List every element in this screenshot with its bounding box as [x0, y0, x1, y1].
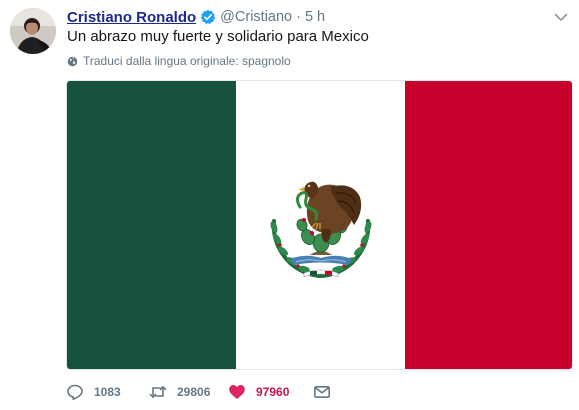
retweet-icon: [149, 386, 167, 398]
retweet-button[interactable]: 29806: [149, 383, 228, 401]
tweet-text: Un abrazo muy fuerte y solidario para Me…: [67, 28, 369, 45]
flag-white-stripe: [236, 81, 405, 369]
verified-badge-icon: [200, 9, 216, 25]
separator-dot: ·: [296, 9, 301, 25]
reply-button[interactable]: 1083: [66, 383, 149, 401]
like-count: 97960: [256, 385, 290, 399]
flag-green-stripe: [67, 81, 236, 369]
coat-of-arms-emblem: [270, 181, 372, 278]
reply-count: 1083: [94, 385, 121, 399]
tweet-media-image[interactable]: [66, 80, 573, 370]
tweet-actions: 1083 29806 97960: [66, 382, 331, 402]
avatar[interactable]: [10, 8, 56, 54]
heart-icon: [229, 385, 245, 399]
envelope-icon: [313, 385, 330, 398]
globe-icon: [67, 56, 78, 66]
tweet-card: Cristiano Ronaldo @Cristiano · 5 h Un ab…: [0, 0, 579, 410]
retweet-count: 29806: [177, 385, 211, 399]
translate-link[interactable]: Traduci dalla lingua originale: spagnolo: [67, 53, 291, 69]
like-button[interactable]: 97960: [228, 383, 313, 401]
chevron-down-icon[interactable]: [553, 9, 569, 25]
user-handle[interactable]: @Cristiano: [220, 9, 292, 25]
direct-message-button[interactable]: [313, 383, 331, 401]
avatar-image: [10, 8, 56, 54]
tweet-header: Cristiano Ronaldo @Cristiano · 5 h: [67, 6, 325, 28]
translate-label: Traduci dalla lingua originale: spagnolo: [83, 54, 291, 68]
reply-icon: [67, 384, 83, 400]
user-display-name[interactable]: Cristiano Ronaldo: [67, 9, 196, 26]
tweet-timestamp[interactable]: 5 h: [305, 9, 325, 25]
flag-red-stripe: [405, 81, 572, 369]
